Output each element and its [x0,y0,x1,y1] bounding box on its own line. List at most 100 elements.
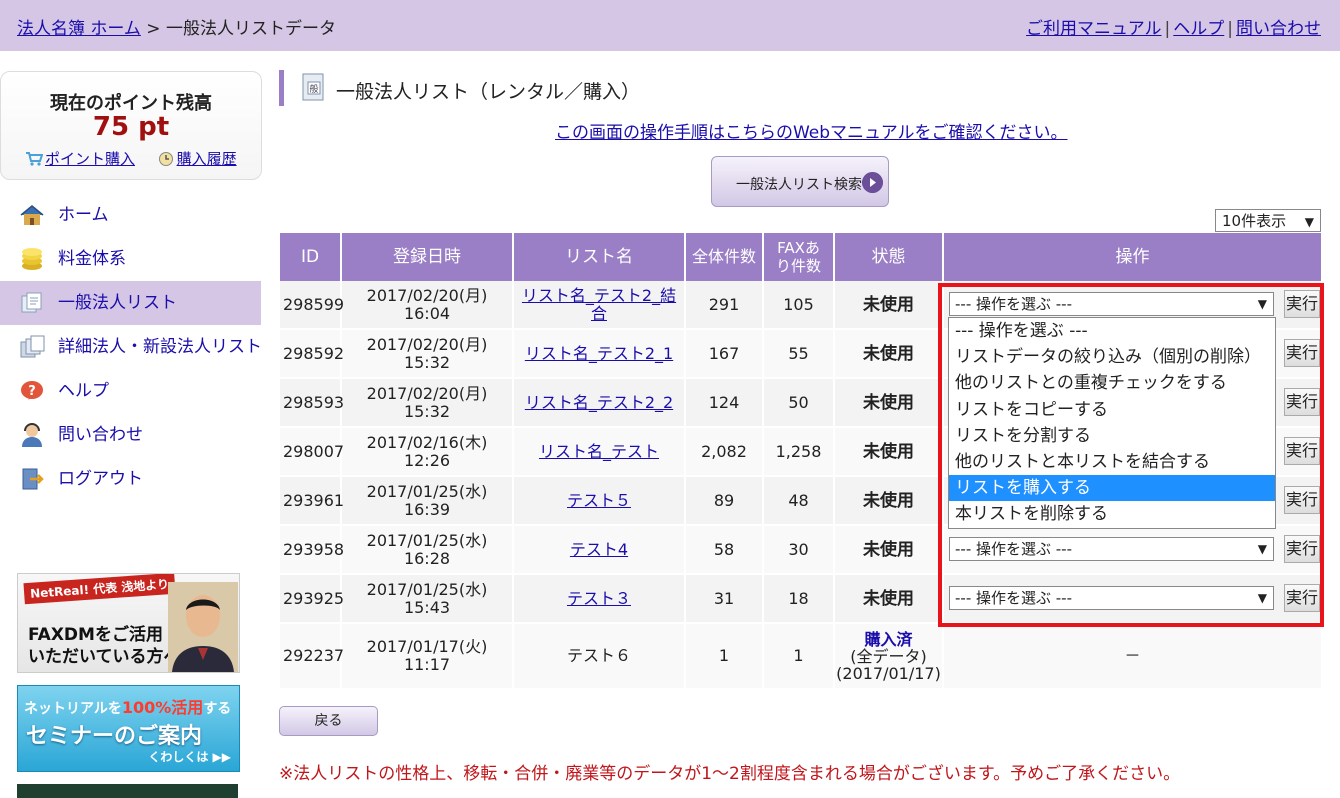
row-date: 2017/02/20(月) 16:04 [341,281,514,330]
row-date: 2017/01/25(水) 16:28 [341,525,514,575]
execute-button[interactable]: 実行 [1284,535,1320,563]
contact-link[interactable]: 問い合わせ [1236,19,1321,39]
dropdown-option-default[interactable]: --- 操作を選ぶ --- [949,318,1275,344]
row-total: 167 [685,329,764,379]
general-list-search-button[interactable]: 一般法人リスト検索 [711,156,889,207]
question-bubble-icon: ? [21,381,43,400]
execute-button[interactable]: 実行 [1284,339,1320,367]
execute-button[interactable]: 実行 [1284,486,1320,514]
operation-select-value: --- 操作を選ぶ --- [955,589,1073,607]
per-page-select[interactable]: 10件表示 ▼ [1215,209,1321,232]
play-arrow-icon [862,172,883,193]
execute-button[interactable]: 実行 [1284,388,1320,416]
row-name: テスト５ [513,476,686,526]
dropdown-option-purchase[interactable]: リストを購入する [949,475,1275,502]
execute-button[interactable]: 実行 [1284,584,1320,612]
help-link[interactable]: ヘルプ [1173,19,1224,39]
cart-icon [26,152,43,166]
sidebar-item-label: ホーム [58,205,109,225]
row-fax: 30 [763,525,835,575]
dropdown-option-duplicate-check[interactable]: 他のリストとの重複チェックをする [949,370,1275,396]
house-icon [20,205,44,225]
dropdown-option-copy[interactable]: リストをコピーする [949,397,1275,423]
seminar-banner[interactable]: ネットリアルを100%活用する セミナーのご案内 くわしくは ▶▶ [17,685,240,772]
row-date-day: 2017/01/17(火) [366,637,488,656]
faxdm-banner[interactable]: NetReal! 代表 浅地より FAXDMをご活用 いただいている方へ [17,573,240,673]
list-name-link[interactable]: リスト名_テスト [539,442,659,461]
table-row: 293925 2017/01/25(水) 15:43 テスト３ 31 18 未使用… [280,574,1323,624]
list-name-link[interactable]: リスト名_テスト2_結合 [522,286,676,323]
back-button[interactable]: 戻る [279,706,378,736]
row-id: 292237 [280,623,344,690]
dropdown-option-delete[interactable]: 本リストを削除する [949,501,1275,527]
row-date: 2017/02/16(木) 12:26 [341,427,514,477]
execute-button[interactable]: 実行 [1284,437,1320,465]
sidebar-item-logout[interactable]: ログアウト [0,457,261,501]
row-fax: 1 [763,623,835,690]
column-header-operation: 操作 [943,233,1323,281]
row-date-day: 2017/02/20(月) [366,383,488,403]
row-id: 298007 [280,427,344,477]
sidebar-item-contact[interactable]: 問い合わせ [0,413,261,457]
column-header-fax: FAXあり件数 [763,233,835,281]
row-fax: 105 [763,281,835,330]
list-name-link[interactable]: テスト３ [567,589,631,608]
row-date-day: 2017/01/25(水) [366,530,488,550]
dropdown-option-merge[interactable]: 他のリストと本リストを結合する [949,449,1275,475]
breadcrumb-separator: > [140,19,166,39]
operation-select[interactable]: --- 操作を選ぶ --- ▼ [949,537,1274,561]
disclaimer-note: ※法人リストの性格上、移転・合併・廃業等のデータが1～2割程度含まれる場合がござ… [279,764,1181,784]
point-purchase-link[interactable]: ポイント購入 [45,150,135,168]
list-name-link[interactable]: テスト５ [567,491,631,510]
operation-select[interactable]: --- 操作を選ぶ --- ▼ [949,292,1274,316]
page-title: 一般法人リスト（レンタル／購入） [336,81,641,103]
row-date-day: 2017/01/25(水) [366,481,488,501]
execute-button[interactable]: 実行 [1284,290,1320,318]
column-header-status: 状態 [834,233,944,281]
operation-dropdown-list: --- 操作を選ぶ --- リストデータの絞り込み（個別の削除） 他のリストとの… [948,317,1276,529]
operator-icon [22,423,42,447]
row-name: リスト名_テスト [513,427,686,477]
purchase-history-link[interactable]: 購入履歴 [177,150,237,168]
documents-stack-icon [20,335,45,358]
sidebar-item-general-list[interactable]: 一般法人リスト [0,281,261,325]
row-id: 293958 [280,525,344,575]
sidebar-item-help[interactable]: ? ヘルプ [0,369,261,413]
portrait-image [168,582,238,672]
operation-select-value: --- 操作を選ぶ --- [955,295,1073,313]
list-name-link[interactable]: テスト4 [570,540,628,559]
dropdown-option-split[interactable]: リストを分割する [949,423,1275,449]
row-fax: 55 [763,329,835,379]
row-name: リスト名_テスト2_1 [513,329,686,379]
row-name: リスト名_テスト2_2 [513,378,686,428]
sidebar-item-label: 料金体系 [58,249,126,269]
web-manual-link[interactable]: この画面の操作手順はこちらのWebマニュアルをご確認ください。 [555,118,1068,143]
chevron-down-icon: ▼ [1257,591,1267,605]
svg-text:?: ? [28,384,36,399]
sidebar-item-home[interactable]: ホーム [0,193,261,237]
row-fax: 1,258 [763,427,835,477]
banner-text-part: ネットリアルを [24,701,122,717]
operation-select[interactable]: --- 操作を選ぶ --- ▼ [949,586,1274,610]
column-header-name: リスト名 [513,233,686,281]
logout-icon [22,468,44,490]
banner-text: セミナーのご案内 [26,724,203,749]
row-date-time: 15:32 [403,401,451,421]
row-total: 291 [685,281,764,330]
list-name-link[interactable]: リスト名_テスト2_2 [525,393,673,412]
breadcrumb-home-link[interactable]: 法人名簿 ホーム [17,19,141,39]
row-date-time: 12:26 [403,450,451,470]
status-date: (2017/01/17) [836,663,941,683]
sidebar-item-detailed-list[interactable]: 詳細法人・新設法人リスト [0,325,262,369]
list-name-link[interactable]: リスト名_テスト2_1 [525,344,673,363]
row-total: 58 [685,525,764,575]
row-date-time: 15:32 [403,352,451,372]
dropdown-option-filter[interactable]: リストデータの絞り込み（個別の削除） [949,344,1275,370]
breadcrumb: 法人名簿 ホーム > 一般法人リストデータ [17,14,336,39]
sidebar-item-label: 問い合わせ [58,425,143,445]
manual-link[interactable]: ご利用マニュアル [1026,19,1162,39]
sidebar-item-pricing[interactable]: 料金体系 [0,237,261,281]
row-date-time: 11:17 [403,655,451,674]
row-date: 2017/02/20(月) 15:32 [341,378,514,428]
banner-highlight: 100%活用 [121,698,204,717]
